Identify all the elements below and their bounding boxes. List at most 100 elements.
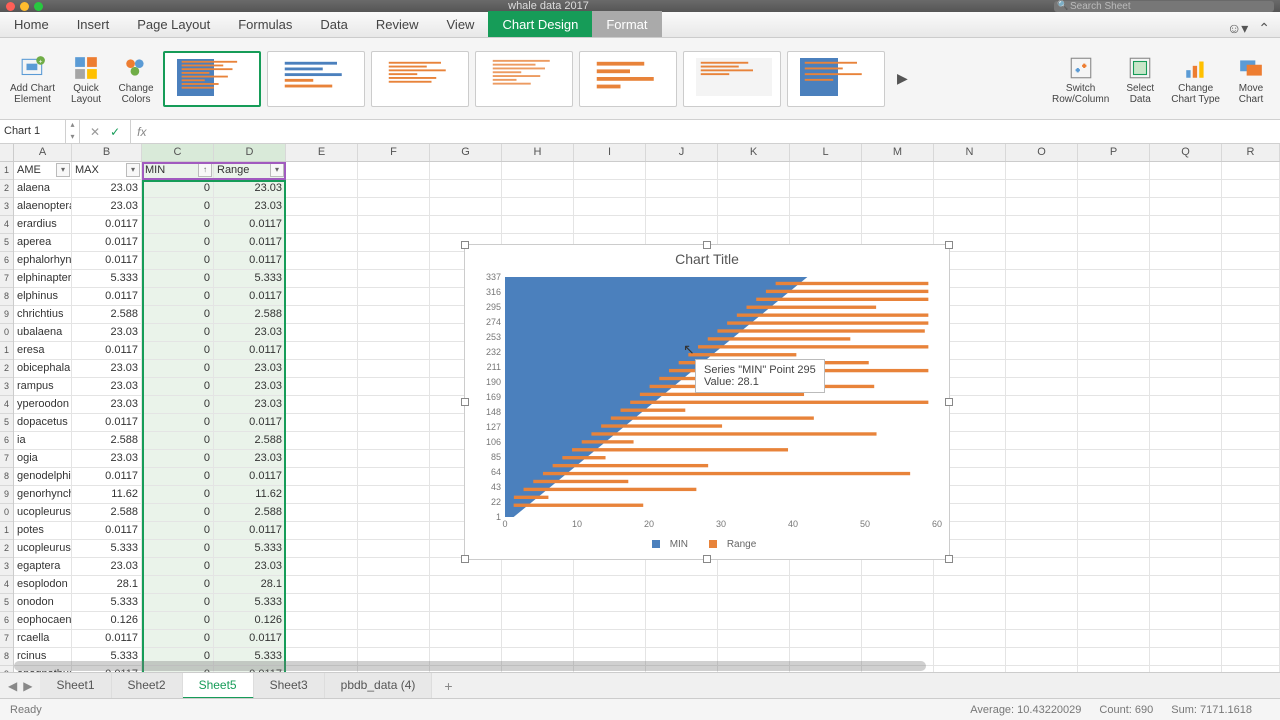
header-cell[interactable]: MIN↑ (142, 162, 214, 180)
fx-icon[interactable]: fx (131, 125, 152, 139)
zoom-window-icon[interactable] (34, 2, 43, 11)
chart-style-4[interactable] (475, 51, 573, 107)
quick-layout-button[interactable]: Quick Layout (63, 51, 109, 107)
name-box-stepper[interactable]: ▴▾ (66, 120, 80, 143)
change-colors-button[interactable]: Change Colors (113, 51, 159, 107)
resize-handle[interactable] (945, 241, 953, 249)
column-header-Q[interactable]: Q (1150, 144, 1222, 161)
tab-home[interactable]: Home (0, 11, 63, 37)
chart-style-1[interactable] (163, 51, 261, 107)
search-input[interactable]: Search Sheet (1054, 1, 1274, 12)
tab-page-layout[interactable]: Page Layout (123, 11, 224, 37)
header-cell[interactable]: Range▾ (214, 162, 286, 180)
formula-bar-row: Chart 1 ▴▾ ✕ ✓ fx (0, 120, 1280, 144)
enter-formula-icon[interactable]: ✓ (110, 125, 120, 139)
cancel-formula-icon[interactable]: ✕ (90, 125, 100, 139)
table-row[interactable]: onodon5.33305.333 (14, 594, 1280, 612)
column-header-K[interactable]: K (718, 144, 790, 161)
ribbon-tabs: Home Insert Page Layout Formulas Data Re… (0, 12, 1280, 38)
x-axis: 0102030405060 (505, 519, 937, 533)
spreadsheet-grid[interactable]: ABCDEFGHIJKLMNOPQR 123456789012345678901… (0, 144, 1280, 672)
chart-style-3[interactable] (371, 51, 469, 107)
table-row[interactable]: egaptera23.03023.03 (14, 558, 1280, 576)
chart-style-5[interactable] (579, 51, 677, 107)
tab-data[interactable]: Data (306, 11, 361, 37)
table-row[interactable]: rcaella0.011700.0117 (14, 630, 1280, 648)
column-header-M[interactable]: M (862, 144, 934, 161)
sheet-tab[interactable]: Sheet3 (254, 673, 325, 699)
resize-handle[interactable] (945, 398, 953, 406)
switch-row-column-button[interactable]: Switch Row/Column (1048, 51, 1113, 107)
column-header-J[interactable]: J (646, 144, 718, 161)
table-row[interactable]: erardius0.011700.0117 (14, 216, 1280, 234)
resize-handle[interactable] (461, 555, 469, 563)
tab-view[interactable]: View (433, 11, 489, 37)
row-headers: 12345678901234567890123456789 (0, 162, 14, 672)
chart-style-7[interactable] (787, 51, 885, 107)
ribbon: + Add Chart Element Quick Layout Change … (0, 38, 1280, 120)
resize-handle[interactable] (703, 241, 711, 249)
column-header-F[interactable]: F (358, 144, 430, 161)
filter-dropdown-icon[interactable]: ▾ (126, 163, 140, 177)
sheet-tab[interactable]: Sheet5 (183, 673, 254, 699)
resize-handle[interactable] (945, 555, 953, 563)
embedded-chart[interactable]: Chart Title 3373162952742532322111901691… (464, 244, 950, 560)
filter-dropdown-icon[interactable]: ▾ (270, 163, 284, 177)
filter-dropdown-icon[interactable]: ↑ (198, 163, 212, 177)
sheet-tab-bar: ◀ ▶ Sheet1Sheet2Sheet5Sheet3pbdb_data (4… (0, 672, 1280, 698)
column-header-E[interactable]: E (286, 144, 358, 161)
horizontal-scrollbar[interactable] (14, 660, 1280, 672)
header-cell[interactable]: AME▾ (14, 162, 72, 180)
tab-formulas[interactable]: Formulas (224, 11, 306, 37)
chart-style-2[interactable] (267, 51, 365, 107)
sheet-nav-prev-icon[interactable]: ◀ (8, 679, 17, 693)
cells-area[interactable]: AME▾MAX▾MIN↑Range▾ Chart Title 337316295… (14, 162, 1280, 672)
column-header-I[interactable]: I (574, 144, 646, 161)
sheet-tab[interactable]: pbdb_data (4) (325, 673, 433, 699)
column-header-R[interactable]: R (1222, 144, 1280, 161)
chart-legend[interactable]: MIN Range (465, 539, 949, 552)
sheet-nav-next-icon[interactable]: ▶ (23, 679, 32, 693)
filter-dropdown-icon[interactable]: ▾ (56, 163, 70, 177)
table-row[interactable]: eophocaena0.12600.126 (14, 612, 1280, 630)
svg-text:+: + (38, 58, 42, 65)
add-chart-element-button[interactable]: + Add Chart Element (6, 51, 59, 107)
sheet-tab[interactable]: Sheet1 (40, 673, 111, 699)
select-data-button[interactable]: Select Data (1117, 51, 1163, 107)
change-chart-type-button[interactable]: Change Chart Type (1167, 51, 1224, 107)
chart-plot-area[interactable]: 3373162952742532322111901691481271068564… (505, 277, 937, 517)
add-sheet-button[interactable]: + (432, 678, 464, 694)
column-header-A[interactable]: A (14, 144, 72, 161)
status-ready: Ready (10, 704, 970, 716)
sheet-tab[interactable]: Sheet2 (112, 673, 183, 699)
tab-review[interactable]: Review (362, 11, 433, 37)
table-row[interactable]: esoplodon28.1028.1 (14, 576, 1280, 594)
chart-style-6[interactable] (683, 51, 781, 107)
column-header-H[interactable]: H (502, 144, 574, 161)
tab-format[interactable]: Format (592, 11, 661, 37)
tab-insert[interactable]: Insert (63, 11, 124, 37)
tab-chart-design[interactable]: Chart Design (488, 11, 592, 37)
table-row[interactable]: alaena23.03023.03 (14, 180, 1280, 198)
column-header-N[interactable]: N (934, 144, 1006, 161)
name-box[interactable]: Chart 1 (0, 120, 66, 143)
chart-styles-next-icon[interactable]: ▶ (891, 70, 914, 87)
table-row[interactable]: alaenoptera23.03023.03 (14, 198, 1280, 216)
column-header-C[interactable]: C (142, 144, 214, 161)
close-window-icon[interactable] (6, 2, 15, 11)
minimize-window-icon[interactable] (20, 2, 29, 11)
resize-handle[interactable] (703, 555, 711, 563)
resize-handle[interactable] (461, 398, 469, 406)
chart-tooltip: Series "MIN" Point 295 Value: 28.1 (695, 359, 825, 393)
resize-handle[interactable] (461, 241, 469, 249)
column-header-B[interactable]: B (72, 144, 142, 161)
column-header-O[interactable]: O (1006, 144, 1078, 161)
share-icon[interactable]: ☺︎▾ (1227, 20, 1248, 37)
collapse-ribbon-icon[interactable]: ⌃ (1258, 20, 1270, 37)
column-header-D[interactable]: D (214, 144, 286, 161)
header-cell[interactable]: MAX▾ (72, 162, 142, 180)
column-header-G[interactable]: G (430, 144, 502, 161)
move-chart-button[interactable]: Move Chart (1228, 51, 1274, 107)
column-header-L[interactable]: L (790, 144, 862, 161)
column-header-P[interactable]: P (1078, 144, 1150, 161)
